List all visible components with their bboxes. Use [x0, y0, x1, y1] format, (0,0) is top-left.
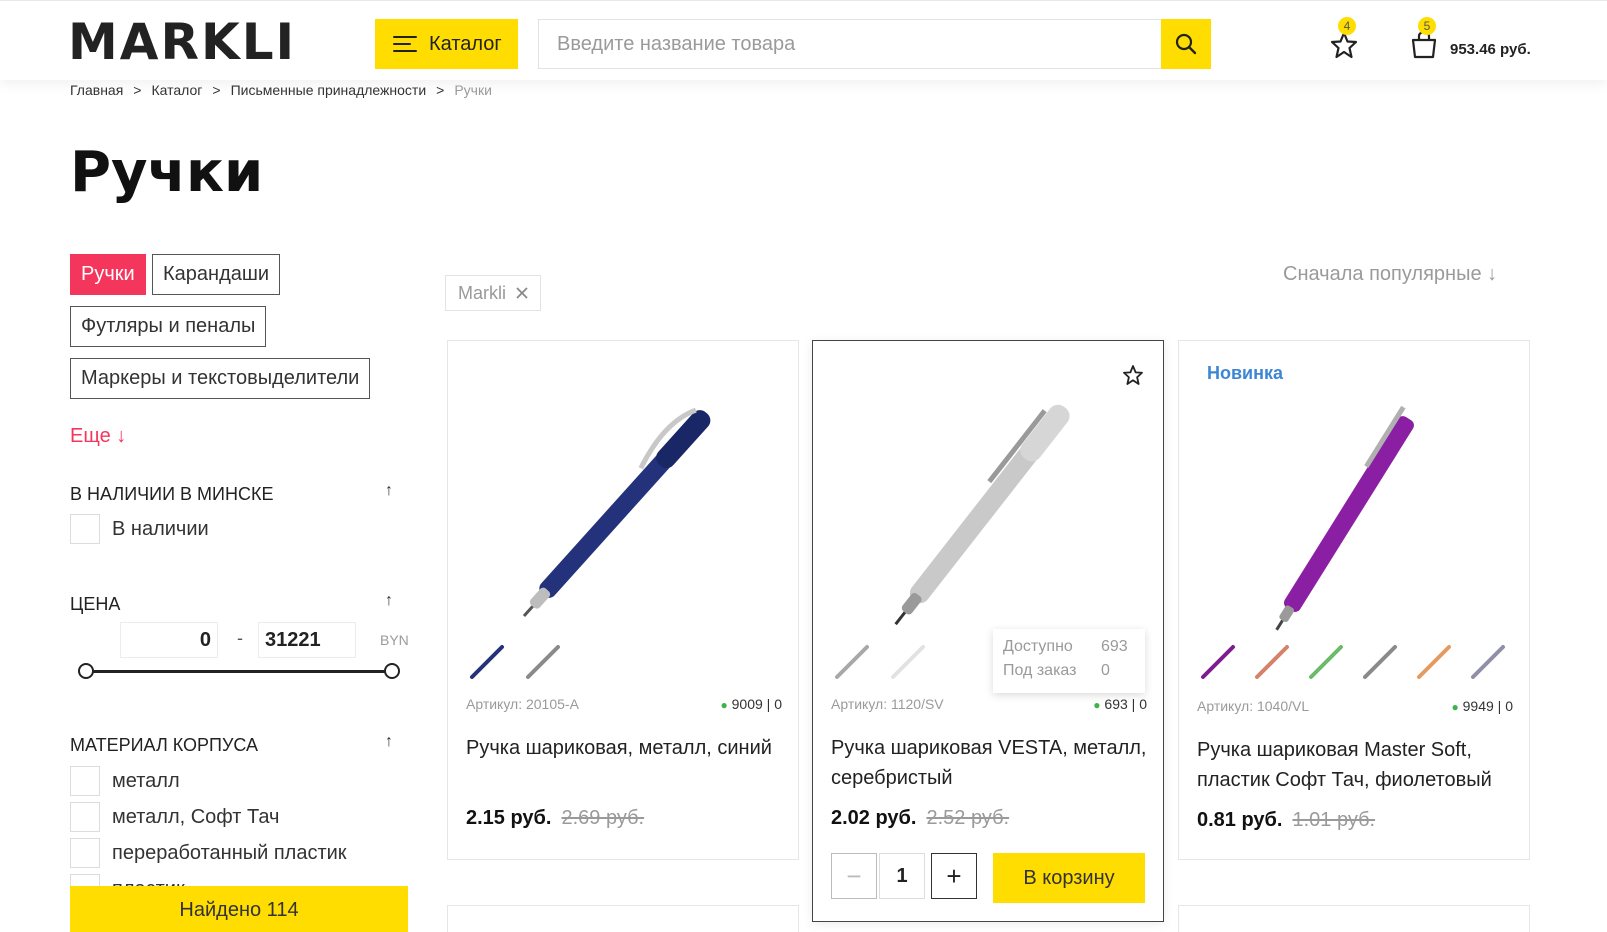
add-to-cart-button[interactable]: В корзину — [993, 853, 1145, 903]
color-swatch[interactable] — [466, 641, 508, 683]
color-swatch[interactable] — [1305, 641, 1347, 683]
favorites-button[interactable]: 4 — [1328, 17, 1360, 61]
product-name[interactable]: Ручка шариковая Master Soft, пластик Соф… — [1197, 735, 1517, 795]
catalog-button-label: Каталог — [429, 32, 502, 55]
active-filter-chip[interactable]: Markli — [445, 275, 541, 311]
product-old-price: 2.52 руб. — [926, 807, 1010, 829]
color-swatch[interactable] — [831, 641, 873, 683]
price-slider-min-handle[interactable] — [78, 663, 94, 679]
collapse-arrow-icon[interactable]: ↑ — [385, 482, 393, 500]
filter-material-option[interactable]: металл, Софт Тач — [70, 802, 279, 832]
color-swatch[interactable] — [1197, 641, 1239, 683]
checkbox-label: металл, Софт Тач — [112, 805, 280, 828]
checkbox-label: В наличии — [112, 517, 209, 540]
color-swatch[interactable] — [1359, 641, 1401, 683]
filter-material-option[interactable]: металл — [70, 766, 180, 796]
product-card[interactable]: Доступно 693 Под заказ 0 Артикул: 1120/SV … — [812, 340, 1164, 922]
product-old-price: 1.01 руб. — [1292, 809, 1376, 831]
product-stock: ● 9949 | 0 — [1451, 698, 1513, 714]
color-swatch[interactable] — [887, 641, 929, 683]
product-image[interactable] — [1199, 381, 1509, 631]
checkbox[interactable] — [70, 838, 100, 868]
filter-material-title: МАТЕРИАЛ КОРПУСА — [70, 735, 259, 755]
product-sku: Артикул: 20105-A — [466, 696, 579, 712]
site-header: MARKLI Каталог 4 5 953.46 руб. — [0, 0, 1607, 80]
product-image[interactable] — [468, 381, 778, 631]
price-slider-max-handle[interactable] — [384, 663, 400, 679]
color-swatch[interactable] — [1413, 641, 1455, 683]
price-currency: BYN — [380, 632, 409, 648]
product-sku: Артикул: 1040/VL — [1197, 698, 1310, 714]
breadcrumb-home[interactable]: Главная — [70, 82, 123, 98]
color-swatch[interactable] — [1467, 641, 1509, 683]
product-card[interactable]: Новинка Артикул: 1040/VL ● 9949 | 0 Ручк… — [1178, 340, 1530, 860]
quantity-increase-button[interactable]: + — [931, 853, 977, 899]
checkbox[interactable] — [70, 514, 100, 544]
product-card[interactable]: Артикул: 20105-A ● 9009 | 0 Ручка шарико… — [447, 340, 799, 860]
quantity-decrease-button[interactable]: − — [831, 853, 877, 899]
sort-dropdown[interactable]: Сначала популярные ↓ — [1283, 263, 1497, 286]
product-sku: Артикул: 1120/SV — [831, 696, 944, 712]
catalog-button[interactable]: Каталог — [375, 19, 518, 69]
stock-tooltip: Доступно 693 Под заказ 0 — [993, 629, 1145, 693]
checkbox-label: переработанный пластик — [112, 841, 347, 864]
breadcrumb-separator: > — [436, 82, 445, 98]
product-card[interactable] — [1178, 905, 1530, 932]
product-old-price: 2.69 руб. — [561, 807, 645, 829]
breadcrumb: Главная > Каталог > Письменные принадлеж… — [70, 82, 492, 98]
breadcrumb-separator: > — [212, 82, 221, 98]
subcategory-pencils[interactable]: Карандаши — [152, 254, 281, 295]
cart-sum: 953.46 руб. — [1450, 41, 1531, 58]
product-price: 2.15 руб. 2.69 руб. — [466, 807, 645, 829]
product-name[interactable]: Ручка шариковая, металл, синий — [466, 733, 786, 763]
cart-button[interactable]: 5 — [1408, 17, 1440, 61]
price-range-separator: - — [237, 628, 243, 648]
search-button[interactable] — [1161, 19, 1211, 69]
subcategory-cases[interactable]: Футляры и пеналы — [70, 306, 267, 347]
breadcrumb-current: Ручки — [454, 82, 492, 98]
subcategory-pens[interactable]: Ручки — [70, 254, 146, 295]
close-icon[interactable] — [516, 287, 528, 299]
color-swatches — [466, 641, 564, 683]
price-max-input[interactable] — [258, 622, 356, 658]
active-filter-label: Markli — [458, 282, 506, 303]
price-slider-track[interactable] — [85, 670, 390, 673]
more-categories-link[interactable]: Еще ↓ — [70, 425, 126, 448]
collapse-arrow-icon[interactable]: ↑ — [385, 733, 393, 751]
filter-in-stock[interactable]: В наличии — [70, 514, 209, 544]
filter-price-title: ЦЕНА — [70, 594, 121, 614]
product-name[interactable]: Ручка шариковая VESTA, металл, серебрист… — [831, 733, 1151, 793]
color-swatches — [831, 641, 929, 683]
menu-icon — [393, 35, 417, 53]
checkbox[interactable] — [70, 802, 100, 832]
filter-material-option[interactable]: переработанный пластик — [70, 838, 347, 868]
product-stock: ● 9009 | 0 — [720, 696, 782, 712]
search-input[interactable] — [538, 19, 1162, 69]
quantity-value[interactable]: 1 — [879, 853, 925, 899]
product-card[interactable] — [447, 905, 799, 932]
breadcrumb-catalog[interactable]: Каталог — [151, 82, 202, 98]
favorites-count-badge: 4 — [1338, 17, 1356, 35]
color-swatches — [1197, 641, 1509, 683]
breadcrumb-writing[interactable]: Письменные принадлежности — [231, 82, 427, 98]
color-swatch[interactable] — [1251, 641, 1293, 683]
filter-availability-title: В НАЛИЧИИ В МИНСКЕ — [70, 484, 274, 504]
search-icon — [1175, 33, 1197, 55]
cart-count-badge: 5 — [1418, 17, 1436, 35]
breadcrumb-separator: > — [133, 82, 142, 98]
product-price: 2.02 руб. 2.52 руб. — [831, 807, 1010, 829]
product-image[interactable] — [833, 381, 1143, 631]
collapse-arrow-icon[interactable]: ↑ — [385, 592, 393, 610]
site-logo[interactable]: MARKLI — [68, 17, 296, 67]
checkbox-label: металл — [112, 769, 180, 792]
product-price: 0.81 руб. 1.01 руб. — [1197, 809, 1376, 831]
subcategory-markers[interactable]: Маркеры и текстовыделители — [70, 358, 371, 399]
page-title: Ручки — [70, 140, 264, 205]
price-min-input[interactable] — [120, 622, 218, 658]
checkbox[interactable] — [70, 766, 100, 796]
found-results-button[interactable]: Найдено 114 — [70, 886, 408, 932]
product-stock: ● 693 | 0 — [1093, 696, 1147, 712]
color-swatch[interactable] — [522, 641, 564, 683]
